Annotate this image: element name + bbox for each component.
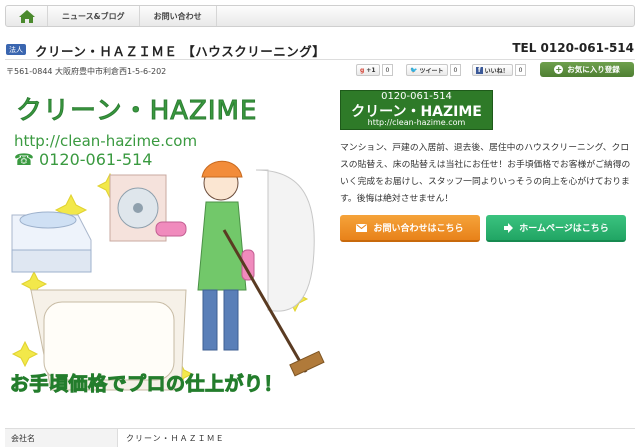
tweet-button[interactable]: 🐦 ツイート	[406, 64, 448, 76]
like-widget: f いいね！ 0	[472, 64, 527, 76]
like-label: いいね！	[484, 67, 509, 75]
tweet-widget: 🐦 ツイート 0	[406, 64, 462, 76]
add-favorite-label: お気に入り登録	[567, 65, 620, 74]
twitter-icon: 🐦	[410, 66, 418, 74]
arrow-right-icon	[504, 222, 514, 233]
nav-item-news-blog[interactable]: ニュース&ブログ	[48, 6, 140, 26]
company-info-row: 会社名 クリーン・ＨＡＺＩＭＥ	[5, 428, 635, 447]
phone-icon: ☎	[14, 150, 34, 169]
corporation-badge: 法人	[6, 44, 26, 55]
facebook-icon: f	[476, 66, 483, 74]
contact-button[interactable]: お問い合わせはこちら	[340, 215, 480, 242]
like-button[interactable]: f いいね！	[472, 64, 513, 76]
homepage-button[interactable]: ホームページはこちら	[486, 215, 626, 242]
company-name-value: クリーン・ＨＡＺＩＭＥ	[126, 434, 225, 443]
add-favorite-button[interactable]: + お気に入り登録	[540, 62, 634, 77]
mail-icon	[356, 223, 368, 232]
gplus-count: 0	[381, 64, 394, 76]
gplus-widget: g +1 0	[356, 64, 394, 76]
tweet-label: ツイート	[419, 67, 444, 75]
tweet-count: 0	[449, 64, 462, 76]
plus-icon: +	[554, 65, 564, 74]
page-title: クリーン・ＨＡＺＩＭＥ 【ハウスクリーニング】	[35, 44, 326, 59]
address: 〒561-0844 大阪府豊中市利倉西1-5-6-202	[6, 67, 167, 76]
homepage-button-label: ホームページはこちら	[519, 224, 609, 234]
hero-url: http://clean-hazime.com	[14, 132, 198, 150]
hero-image: クリーン・HAZIME http://clean-hazime.com ☎ 01…	[6, 90, 329, 410]
hero-slogan: お手頃価格でプロの仕上がり！	[9, 373, 284, 396]
company-logo: 0120-061-514 クリーン・HAZIME http://clean-ha…	[340, 90, 493, 130]
title-divider	[5, 59, 635, 60]
gplus-icon: g	[360, 66, 365, 74]
company-name-label: 会社名	[5, 429, 118, 447]
gplus-button[interactable]: g +1	[356, 64, 380, 76]
home-icon	[18, 9, 35, 23]
header-tel: TEL 0120-061-514	[512, 41, 634, 55]
logo-url: http://clean-hazime.com	[367, 118, 466, 127]
like-count: 0	[514, 64, 527, 76]
hero-tel: ☎ 0120-061-514	[14, 150, 153, 169]
hero-company-name: クリーン・HAZIME	[15, 96, 258, 127]
gplus-label: +1	[366, 66, 376, 74]
contact-button-label: お問い合わせはこちら	[373, 224, 464, 234]
top-nav: ニュース&ブログ お問い合わせ	[5, 5, 635, 27]
nav-home[interactable]	[6, 6, 48, 26]
company-description: マンション、戸建の入居前、退去後、居住中のハウスクリーニング、クロスの貼替え、床…	[340, 143, 631, 204]
nav-item-contact[interactable]: お問い合わせ	[140, 6, 217, 26]
